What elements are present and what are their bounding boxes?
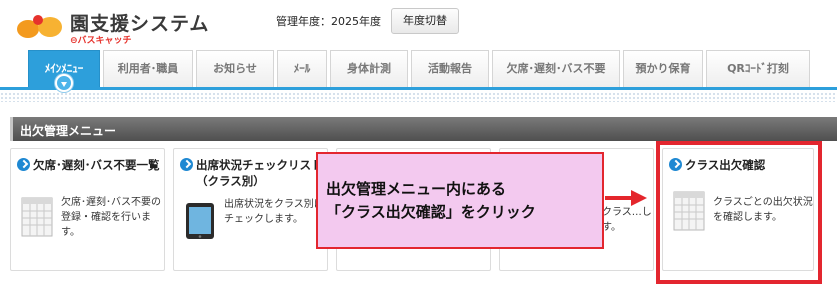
arrow-right-icon — [631, 190, 647, 206]
tab-absence-late-bus[interactable]: 欠席･遅刻･バス不要 — [492, 50, 620, 87]
chevron-down-icon — [55, 74, 73, 92]
menu-card-absence-list[interactable]: 欠席･遅刻･バス不要一覧 欠席･遅刻･バス不要の登録・確認を行います。 — [10, 148, 165, 271]
arrow-right-icon — [17, 158, 30, 171]
tab-notices[interactable]: お知らせ — [196, 50, 274, 87]
instruction-line-1: 出欠管理メニュー内にある — [326, 180, 507, 198]
instruction-callout: 出欠管理メニュー内にある 「クラス出欠確認」をクリック — [316, 152, 604, 249]
card-title: 出席状況チェックリスト（クラス別） — [196, 158, 323, 188]
tab-qr-timestamp[interactable]: QRｺｰﾄﾞ打刻 — [706, 50, 810, 87]
app-logo[interactable]: 園支援システム ⊖バスキャッチ — [14, 6, 208, 46]
section-header: 出欠管理メニュー — [10, 117, 837, 141]
tab-activity-report[interactable]: 活動報告 — [411, 50, 489, 87]
app-title: 園支援システム — [70, 13, 210, 35]
instruction-text: 出欠管理メニュー内にある 「クラス出欠確認」をクリック — [326, 178, 596, 224]
pointer-arrow-shaft — [605, 196, 633, 200]
card-title: 欠席･遅刻･バス不要一覧 — [33, 158, 160, 172]
highlight-frame — [656, 141, 822, 284]
card-description: 出席状況をクラス別にチェックします。 — [224, 199, 324, 225]
tab-underline — [0, 87, 837, 90]
instruction-line-2: 「クラス出欠確認」をクリック — [326, 203, 536, 221]
section-accent-bar — [10, 117, 13, 141]
tab-body-measurement[interactable]: 身体計測 — [330, 50, 408, 87]
main-nav-tabs: ﾒｲﾝﾒﾆｭｰ 利用者･職員 お知らせ ﾒｰﾙ 身体計測 活動報告 欠席･遅刻･… — [0, 50, 837, 90]
leaf-logo-icon — [17, 15, 62, 38]
tab-mail[interactable]: ﾒｰﾙ — [277, 50, 327, 87]
app-subtitle: ⊖バスキャッチ — [70, 36, 132, 46]
section-title: 出欠管理メニュー — [20, 124, 117, 138]
tab-users-staff[interactable]: 利用者･職員 — [103, 50, 193, 87]
divider — [0, 92, 837, 102]
tablet-icon — [186, 203, 214, 239]
fiscal-year-label: 管理年度：2025年度 — [276, 15, 381, 28]
app-header: 園支援システム ⊖バスキャッチ 管理年度：2025年度 年度切替 — [0, 0, 837, 50]
arrow-right-icon — [180, 158, 193, 171]
switch-year-button[interactable]: 年度切替 — [391, 8, 459, 34]
menu-card-attendance-checklist[interactable]: 出席状況チェックリスト（クラス別） 出席状況をクラス別にチェックします。 — [173, 148, 328, 271]
card-description: 欠席･遅刻･バス不要の登録・確認を行います。 — [61, 197, 161, 238]
calendar-icon — [21, 197, 53, 237]
tab-extended-care[interactable]: 預かり保育 — [623, 50, 703, 87]
